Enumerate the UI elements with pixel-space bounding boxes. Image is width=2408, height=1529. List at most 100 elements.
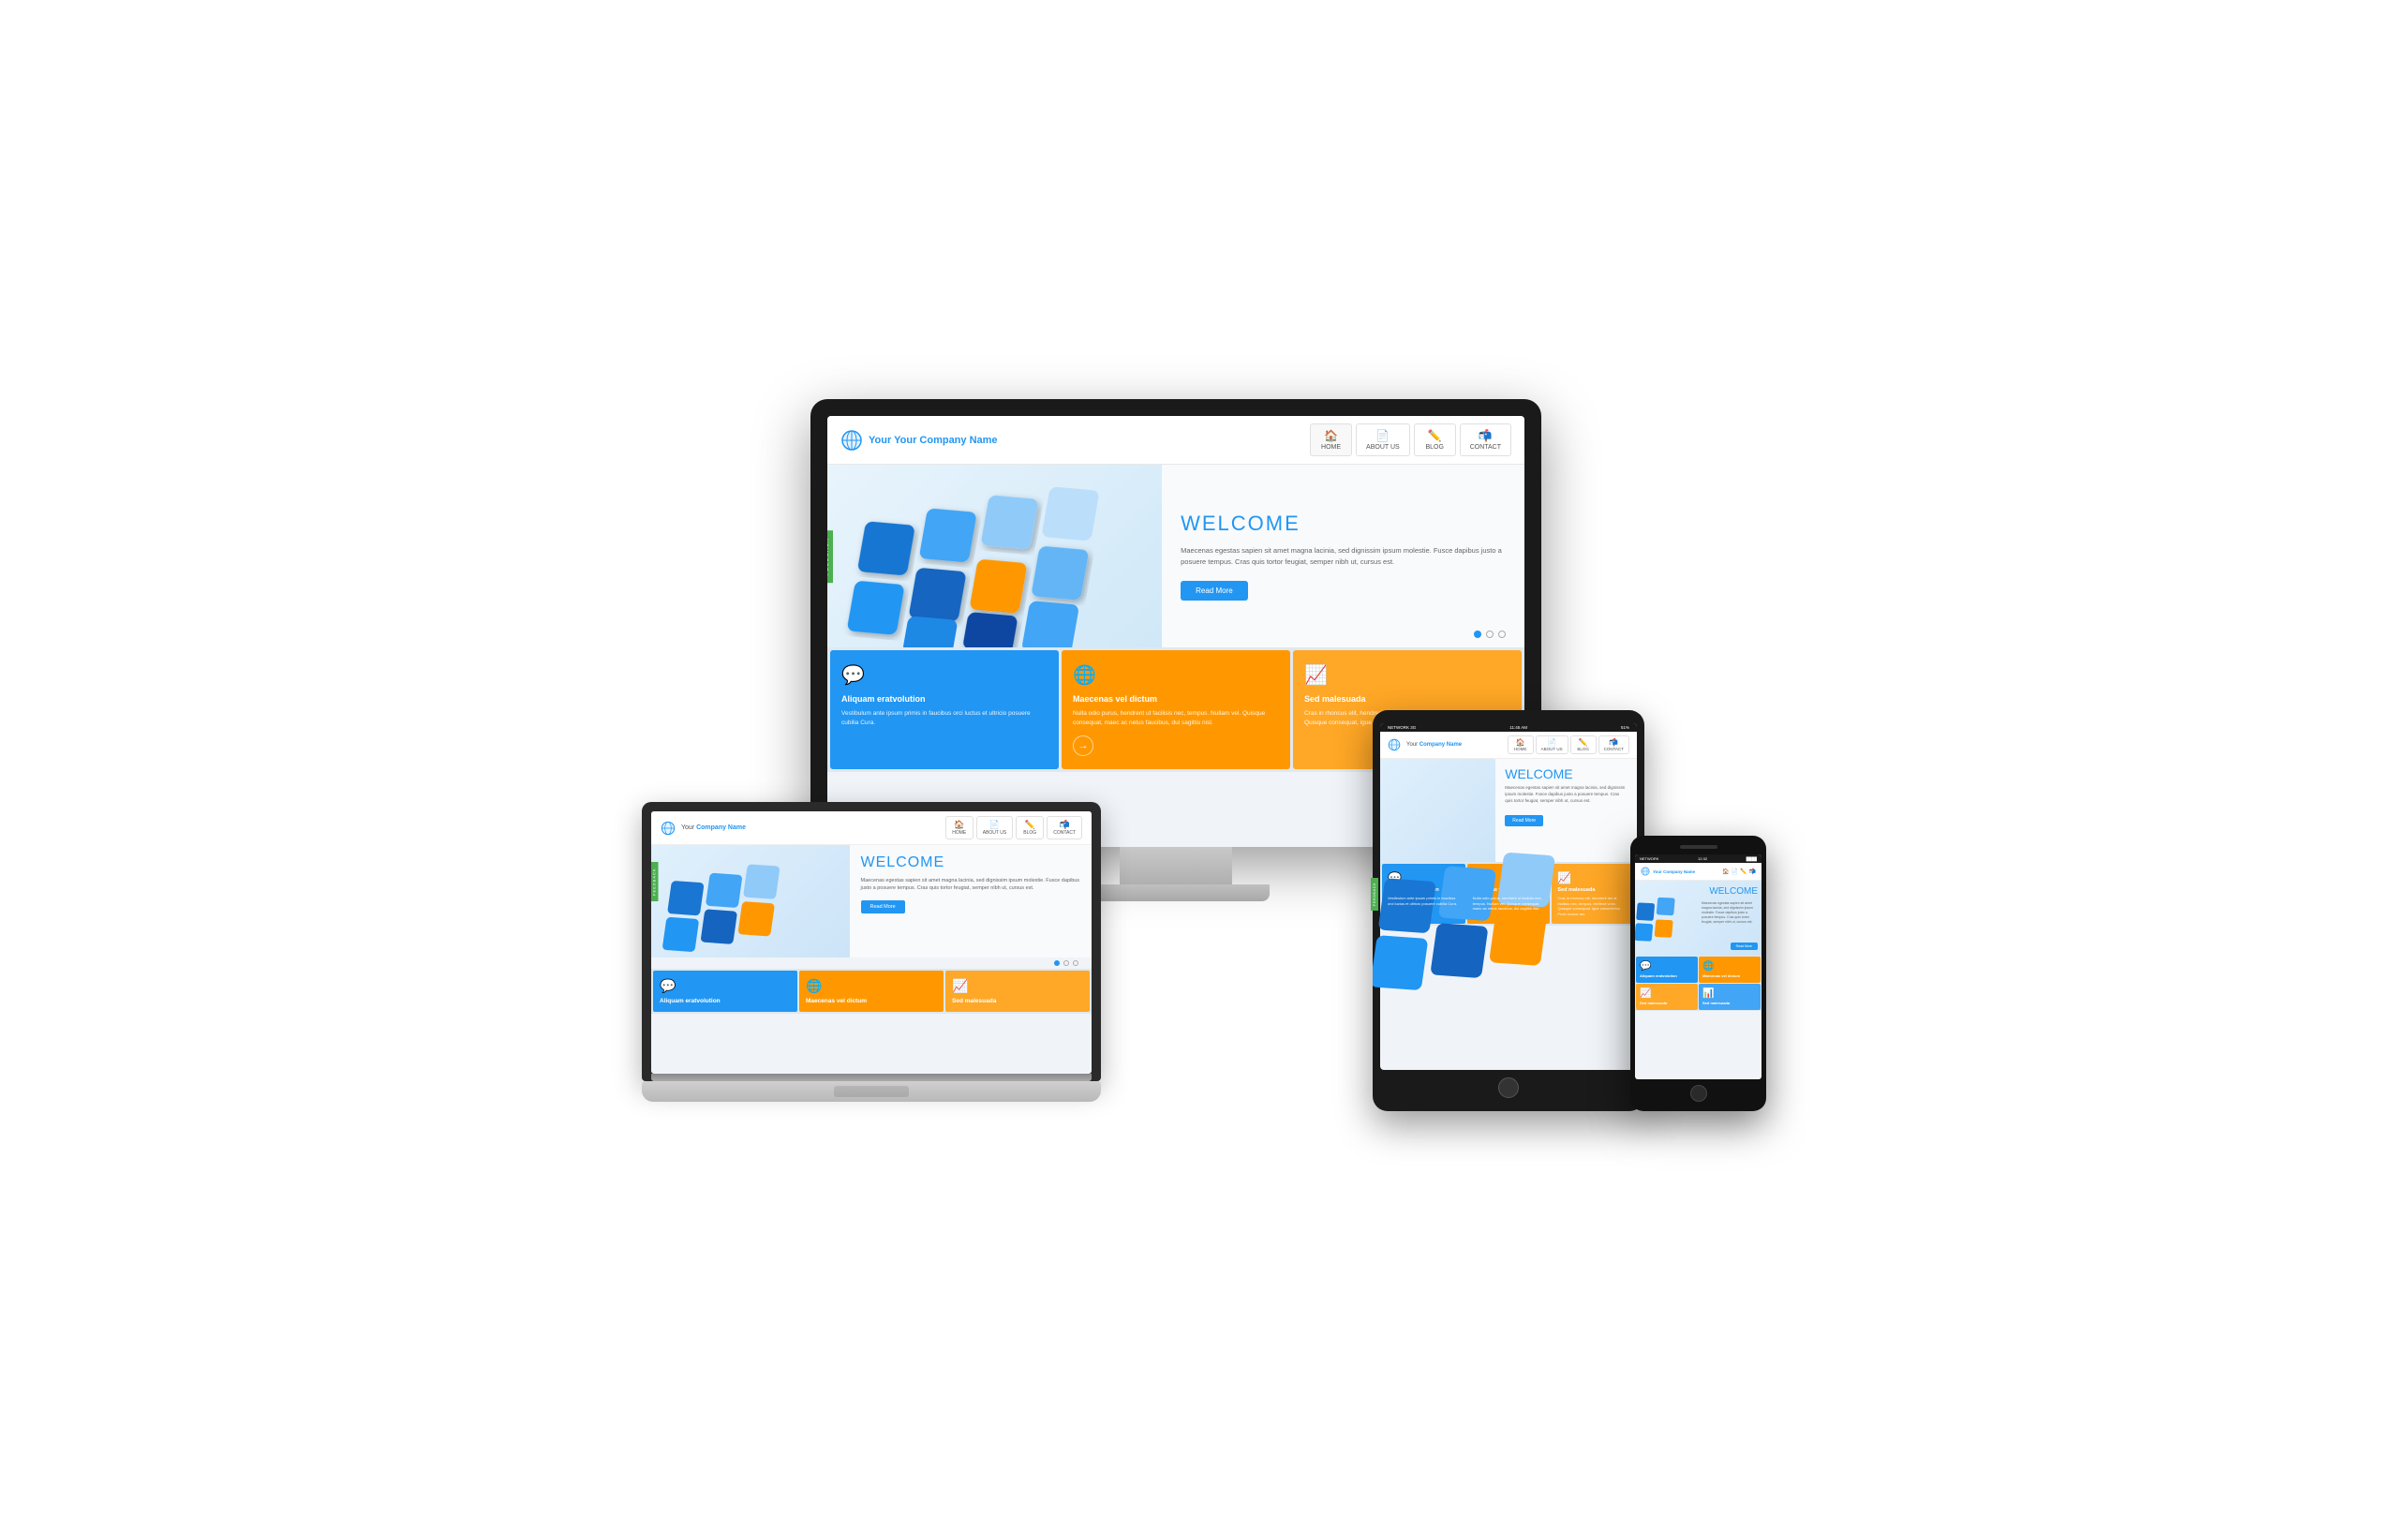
monitor-stand-neck (1120, 847, 1232, 884)
laptop-hero-content: WELCOME Maecenas egestas sapien sit amet… (850, 845, 1093, 957)
laptop-screen: Your Company Name 🏠 HOME 📄 ABOUT US (651, 811, 1092, 1074)
laptop-hero-dots (651, 957, 1092, 969)
laptop-nav-about[interactable]: 📄 ABOUT US (976, 816, 1013, 839)
laptop-nav-blog[interactable]: ✏️ BLOG (1016, 816, 1044, 839)
laptop-read-more-button[interactable]: Read More (861, 900, 905, 913)
tablet-frame: NETWORK 3G 11:45 AM 51% Your Company Nam… (1373, 710, 1644, 1111)
nav-contact[interactable]: 📬 CONTACT (1460, 423, 1511, 456)
globe-icon (840, 429, 863, 452)
laptop-dot-2[interactable] (1063, 960, 1069, 966)
contact-icon: 📬 (1479, 429, 1493, 442)
laptop-base (642, 1081, 1101, 1102)
phone-chat-icon: 💬 (1640, 961, 1694, 972)
dot-1[interactable] (1474, 631, 1481, 638)
phone-contact-icon[interactable]: 📬 (1749, 868, 1756, 875)
scene: Your Your Company Name 🏠 HOME 📄 ABOUT US (642, 399, 1766, 1130)
laptop-globe-icon (661, 821, 676, 836)
phone-status-bar: NETWORK 12:32 ████ (1635, 854, 1761, 863)
laptop-chat-icon: 💬 (660, 978, 791, 994)
phone-extra-icon: 📊 (1702, 988, 1757, 999)
laptop-feature-1: 💬 Aliquam eratvolution (653, 971, 797, 1012)
laptop-hero-graphic: FEEDBACK (651, 845, 850, 957)
globe2-icon: 🌐 (1073, 663, 1279, 687)
hero-content: WELCOME Maecenas egestas sapien sit amet… (1162, 497, 1524, 616)
hero-title: WELCOME (1181, 512, 1506, 536)
site-nav: 🏠 HOME 📄 ABOUT US ✏️ BLOG (1310, 423, 1511, 456)
laptop-hero-text: Maecenas egestas sapien sit amet magna l… (861, 877, 1081, 893)
laptop-feature-2: 🌐 Maecenas vel dictum (799, 971, 944, 1012)
blog-icon: ✏️ (1428, 429, 1442, 442)
phone-globe-icon (1641, 867, 1650, 876)
phone-home-button[interactable] (1690, 1085, 1707, 1102)
phone-hero: WELCOME Maecenas egestas sapien sit amet… (1635, 881, 1761, 956)
laptop-logo: Your Company Name (661, 821, 746, 836)
phone-logo-text: Your Company Name (1653, 869, 1695, 874)
about-icon: 📄 (1375, 429, 1390, 442)
laptop-logo-text: Your Company Name (681, 824, 746, 831)
phone-globe-feature-icon: 🌐 (1702, 961, 1757, 972)
hero-text: Maecenas egestas sapien sit amet magna l… (1181, 545, 1506, 568)
feature-text-2: Nulla odio purus, hendrerit ut facilisis… (1073, 709, 1279, 728)
laptop-about-icon: 📄 (989, 820, 1000, 830)
phone-tiles (1635, 881, 1699, 956)
arrow-icon[interactable]: → (1073, 735, 1093, 756)
phone-hero-title: WELCOME (1709, 886, 1758, 897)
phone-read-more-button[interactable]: Read More (1731, 943, 1758, 950)
laptop-features: 💬 Aliquam eratvolution 🌐 Maecenas vel di… (651, 969, 1092, 1014)
laptop-globe-feature-icon: 🌐 (806, 978, 937, 994)
hero-section: FEEDBACK (827, 465, 1524, 647)
phone-feature-1: 💬 Aliquam eratvolution (1636, 957, 1698, 983)
nav-about[interactable]: 📄 ABOUT US (1356, 423, 1410, 456)
nav-blog[interactable]: ✏️ BLOG (1414, 423, 1456, 456)
laptop-hero-title: WELCOME (861, 854, 1081, 871)
laptop-hero: FEEDBACK WELCOME (651, 845, 1092, 957)
hero-graphic: FEEDBACK (827, 465, 1162, 647)
website-laptop: Your Company Name 🏠 HOME 📄 ABOUT US (651, 811, 1092, 1074)
nav-home[interactable]: 🏠 HOME (1310, 423, 1352, 456)
laptop-home-icon: 🏠 (954, 820, 964, 830)
phone-chart-icon: 📈 (1640, 988, 1694, 999)
laptop-nav: 🏠 HOME 📄 ABOUT US ✏️ BLOG (945, 816, 1082, 839)
phone-blog-icon[interactable]: ✏️ (1740, 868, 1747, 875)
dot-2[interactable] (1486, 631, 1494, 638)
phone-home-icon[interactable]: 🏠 (1722, 868, 1729, 875)
hero-dots (1474, 631, 1506, 638)
chat-icon: 💬 (841, 663, 1048, 687)
phone-nav: 🏠 📄 ✏️ 📬 (1722, 868, 1756, 875)
feature-card-2: 🌐 Maecenas vel dictum Nulla odio purus, … (1062, 650, 1290, 769)
laptop-trackpad (834, 1086, 909, 1097)
feature-text-1: Vestibulum ante ipsum primis in faucibus… (841, 709, 1048, 728)
laptop-nav-contact[interactable]: 📬 CONTACT (1047, 816, 1082, 839)
tablet-screen: NETWORK 3G 11:45 AM 51% Your Company Nam… (1380, 723, 1637, 1070)
tablet-tiles (1380, 759, 1495, 862)
phone-feature-3: 📈 Sed malesuada (1636, 984, 1698, 1010)
feature-title-2: Maecenas vel dictum (1073, 694, 1279, 704)
laptop-hinge (651, 1074, 1092, 1081)
laptop: Your Company Name 🏠 HOME 📄 ABOUT US (642, 802, 1101, 1102)
feature-title-3: Sed malesuada (1304, 694, 1510, 704)
laptop-feature-3: 📈 Sed malesuada (945, 971, 1090, 1012)
phone-features: 💬 Aliquam eratvolution 🌐 Maecenas vel di… (1635, 956, 1761, 1011)
laptop-nav-home[interactable]: 🏠 HOME (945, 816, 974, 839)
phone-speaker (1680, 845, 1717, 849)
phone: NETWORK 12:32 ████ Your Company Name (1630, 836, 1766, 1111)
tablet-hero-graphic: FEEDBACK (1380, 759, 1495, 862)
laptop-blog-icon: ✏️ (1025, 820, 1035, 830)
feature-card-1: 💬 Aliquam eratvolution Vestibulum ante i… (830, 650, 1059, 769)
chart-icon: 📈 (1304, 663, 1510, 687)
phone-header: Your Company Name 🏠 📄 ✏️ 📬 (1635, 863, 1761, 881)
tablet: NETWORK 3G 11:45 AM 51% Your Company Nam… (1373, 710, 1644, 1111)
feature-title-1: Aliquam eratvolution (841, 694, 1048, 704)
laptop-dot-1[interactable] (1054, 960, 1060, 966)
laptop-chart-icon: 📈 (952, 978, 1083, 994)
phone-screen: NETWORK 12:32 ████ Your Company Name (1635, 854, 1761, 1079)
hero-read-more-button[interactable]: Read More (1181, 581, 1248, 601)
monitor-stand-base (1082, 884, 1270, 901)
phone-feature-2: 🌐 Maecenas vel dictum (1699, 957, 1761, 983)
laptop-dot-3[interactable] (1073, 960, 1078, 966)
tiles-graphic (827, 465, 1162, 647)
dot-3[interactable] (1498, 631, 1506, 638)
laptop-header: Your Company Name 🏠 HOME 📄 ABOUT US (651, 811, 1092, 845)
phone-about-icon[interactable]: 📄 (1732, 868, 1738, 875)
phone-logo: Your Company Name (1641, 867, 1695, 876)
